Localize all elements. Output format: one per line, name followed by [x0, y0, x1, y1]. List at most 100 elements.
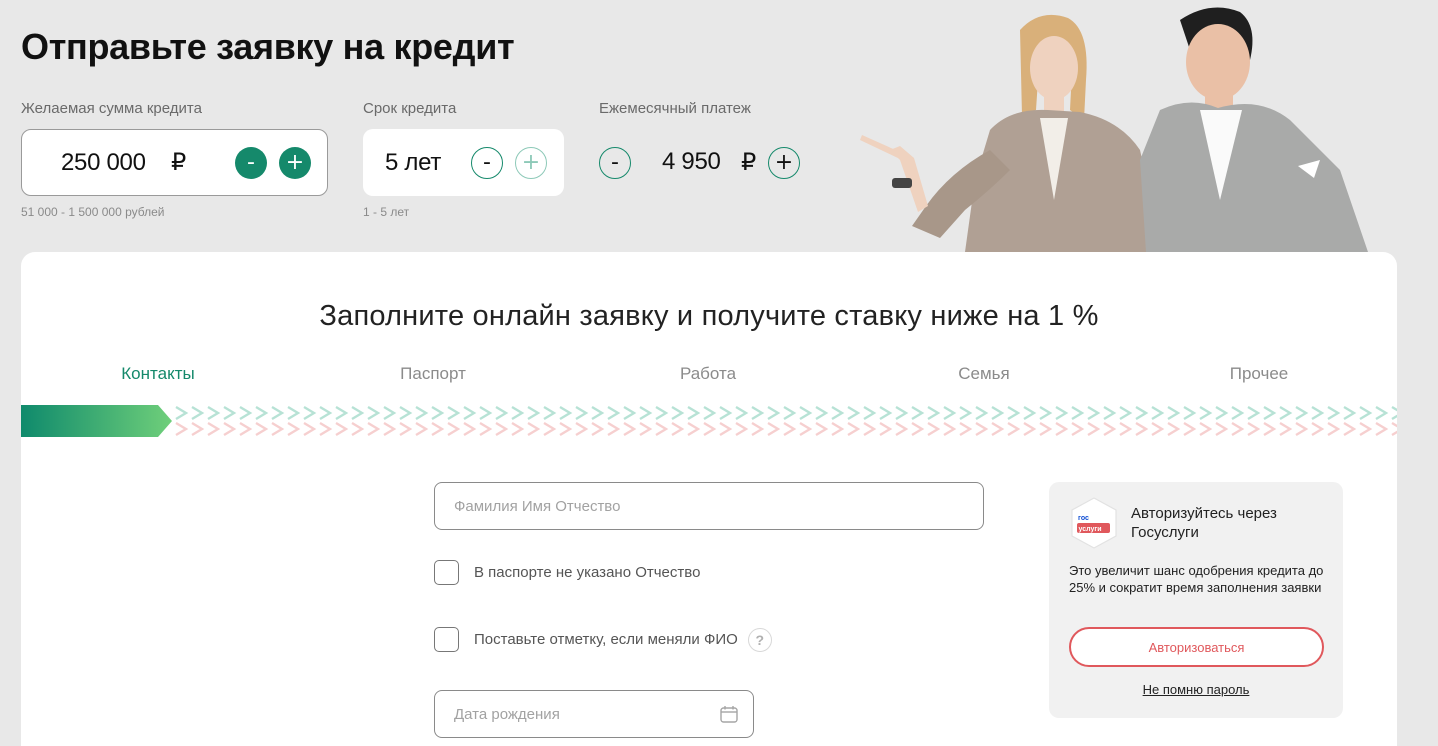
progress-chevron: [671, 421, 685, 437]
progress-chevron: [1327, 421, 1341, 437]
term-label: Срок кредита: [363, 100, 457, 117]
progress-chevron: [1007, 421, 1021, 437]
step-contacts[interactable]: Контакты: [121, 364, 194, 384]
progress-chevron: [1199, 421, 1213, 437]
amount-hint: 51 000 - 1 500 000 рублей: [21, 205, 165, 219]
amount-minus-button[interactable]: -: [235, 147, 267, 179]
gosuslugi-text: Это увеличит шанс одобрения кредита до 2…: [1069, 563, 1324, 595]
gosuslugi-logo-bottom: услуги: [1079, 526, 1102, 533]
term-value: 5 лет: [385, 148, 442, 176]
progress-chevron: [1311, 421, 1325, 437]
progress-chevron: [959, 405, 973, 421]
payment-value: 4 950: [662, 148, 721, 175]
amount-plus-button[interactable]: +: [279, 147, 311, 179]
progress-chevron: [447, 405, 461, 421]
progress-chevron: [303, 421, 317, 437]
progress-chevron: [351, 421, 365, 437]
progress-chevron: [1295, 421, 1309, 437]
progress-chevron: [1167, 405, 1181, 421]
progress-chevron: [783, 421, 797, 437]
progress-chevron: [527, 421, 541, 437]
progress-chevron: [607, 405, 621, 421]
progress-chevron: [799, 405, 813, 421]
progress-chevron: [927, 421, 941, 437]
amount-box[interactable]: 250 000 ₽ - +: [21, 129, 328, 196]
payment-plus-button[interactable]: +: [768, 147, 800, 179]
payment-minus-button[interactable]: -: [599, 147, 631, 179]
progress-chevron: [1007, 405, 1021, 421]
progress-chevron: [751, 421, 765, 437]
changed-name-checkbox-row[interactable]: Поставьте отметку, если меняли ФИО ?: [434, 627, 772, 652]
progress-chevron: [1151, 421, 1165, 437]
term-hint: 1 - 5 лет: [363, 205, 410, 219]
progress-chevron: [335, 405, 349, 421]
progress-chevron: [879, 405, 893, 421]
birthdate-input[interactable]: Дата рождения: [434, 690, 754, 738]
progress-chevron: [1167, 421, 1181, 437]
progress-chevron: [1247, 405, 1261, 421]
progress-chevron: [1343, 405, 1357, 421]
term-plus-button[interactable]: +: [515, 147, 547, 179]
progress-chevron: [895, 405, 909, 421]
progress-chevron: [207, 421, 221, 437]
progress-chevron: [1231, 421, 1245, 437]
progress-chevron: [911, 405, 925, 421]
progress-chevron: [719, 405, 733, 421]
question-icon[interactable]: ?: [747, 627, 772, 652]
gosuslugi-panel: гос услуги Авторизуйтесь через Госуслуги…: [1049, 482, 1343, 718]
progress-chevron: [783, 405, 797, 421]
progress-chevron: [1087, 405, 1101, 421]
progress-chevron: [1295, 405, 1309, 421]
progress-chevron: [1023, 421, 1037, 437]
progress-chevron: [1071, 405, 1085, 421]
step-passport[interactable]: Паспорт: [400, 364, 466, 384]
forgot-password-link[interactable]: Не помню пароль: [1049, 682, 1343, 697]
progress-chevron: [511, 405, 525, 421]
term-minus-button[interactable]: -: [471, 147, 503, 179]
progress-chevron: [1247, 421, 1261, 437]
progress-chevron: [799, 421, 813, 437]
no-patronymic-checkbox-row[interactable]: В паспорте не указано Отчество: [434, 560, 700, 585]
fio-input[interactable]: Фамилия Имя Отчество: [434, 482, 984, 530]
birthdate-placeholder: Дата рождения: [454, 705, 560, 723]
progress-chevron: [1343, 421, 1357, 437]
progress-chevron: [479, 405, 493, 421]
progress-chevron: [239, 405, 253, 421]
steps-nav: Контакты Паспорт Работа Семья Прочее: [21, 364, 1397, 388]
gosuslugi-title: Авторизуйтесь через Госуслуги: [1131, 505, 1277, 541]
progress-chevron: [1263, 405, 1277, 421]
progress-chevron: [383, 421, 397, 437]
progress-chevron: [575, 421, 589, 437]
progress-chevron: [223, 421, 237, 437]
progress-chevron: [591, 421, 605, 437]
progress-chevron: [1135, 405, 1149, 421]
progress-chevron: [1359, 421, 1373, 437]
step-other[interactable]: Прочее: [1230, 364, 1289, 384]
term-box[interactable]: 5 лет - +: [363, 129, 564, 196]
no-patronymic-checkbox[interactable]: [434, 560, 459, 585]
progress-chevron: [847, 405, 861, 421]
progress-chevron: [495, 421, 509, 437]
step-family[interactable]: Семья: [958, 364, 1009, 384]
progress-chevron: [1215, 405, 1229, 421]
progress-chevron: [1183, 405, 1197, 421]
progress-chevron: [479, 421, 493, 437]
calendar-icon[interactable]: [719, 704, 739, 724]
progress-chevron: [1391, 421, 1397, 437]
progress-chevron: [655, 405, 669, 421]
progress-chevron: [943, 405, 957, 421]
progress-chevron: [527, 405, 541, 421]
gosuslugi-auth-button[interactable]: Авторизоваться: [1069, 627, 1324, 667]
changed-name-checkbox[interactable]: [434, 627, 459, 652]
progress-chevron: [1375, 405, 1389, 421]
progress-chevron: [543, 421, 557, 437]
progress-chevron: [447, 421, 461, 437]
progress-chevron: [655, 421, 669, 437]
step-work[interactable]: Работа: [680, 364, 736, 384]
amount-value[interactable]: 250 000: [61, 149, 146, 177]
changed-name-label: Поставьте отметку, если меняли ФИО: [474, 631, 738, 648]
progress-chevron: [367, 405, 381, 421]
progress-chevron: [911, 421, 925, 437]
progress-chevron: [687, 405, 701, 421]
progress-chevron: [1263, 421, 1277, 437]
